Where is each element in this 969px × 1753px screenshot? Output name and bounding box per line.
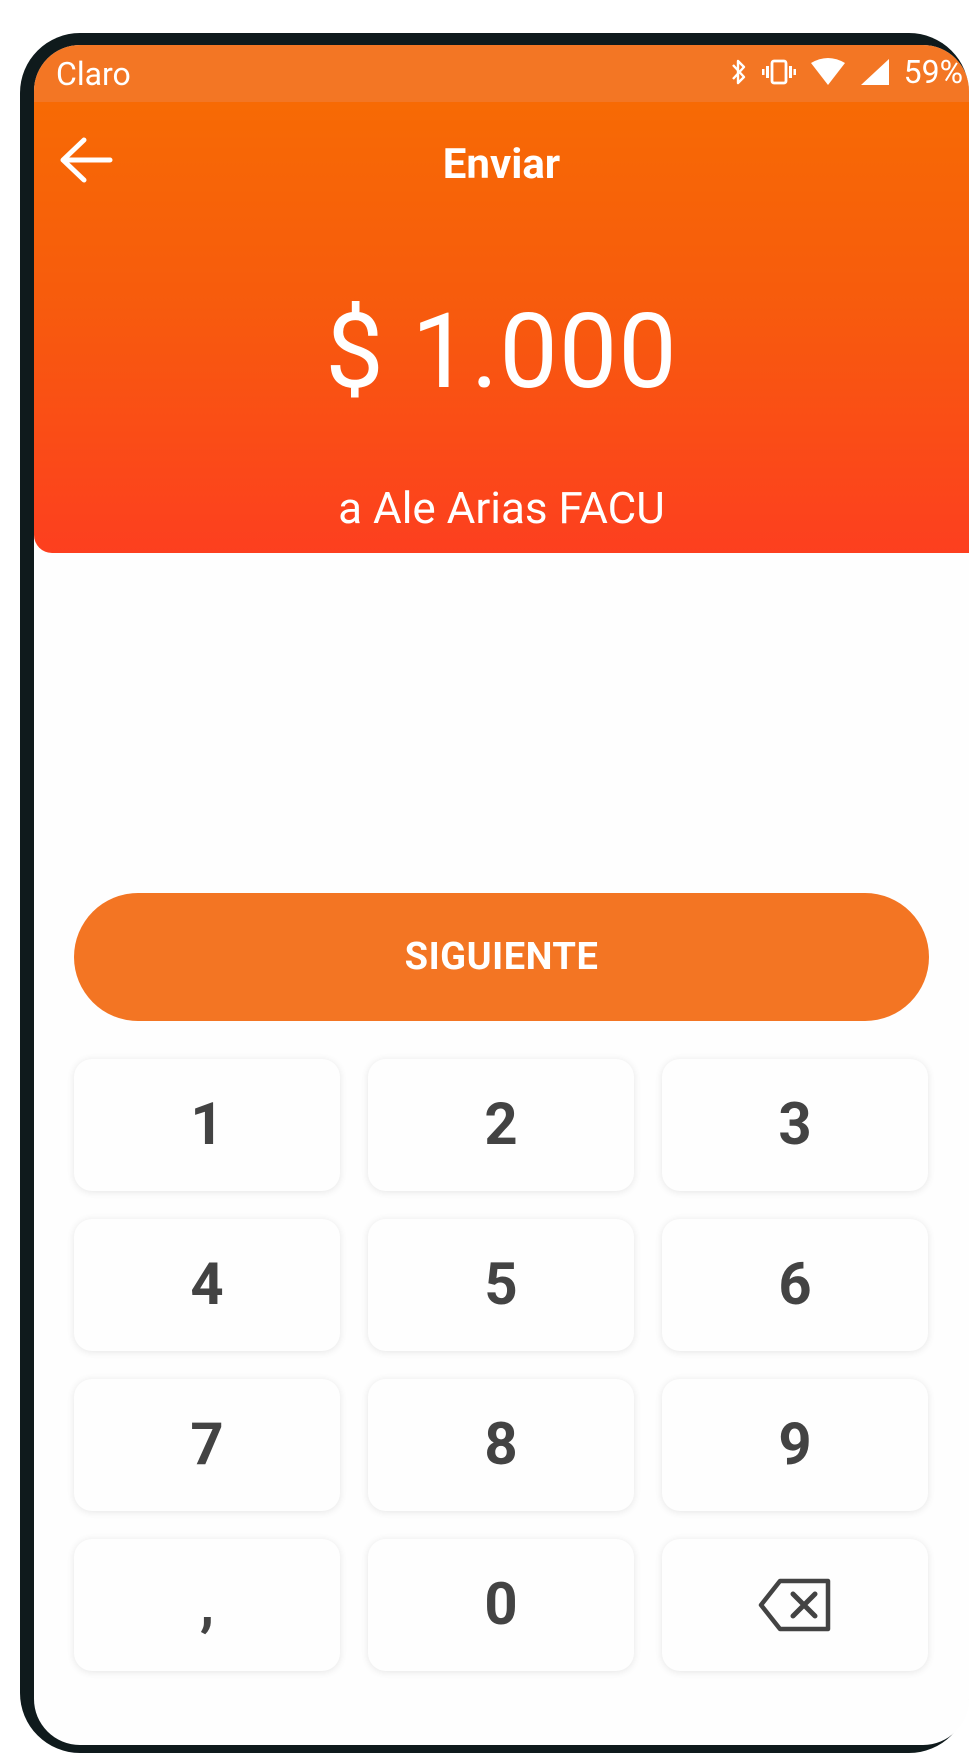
page-title: Enviar [442, 140, 561, 189]
device-frame: Claro 59% Enviar $ 1.000 a Ale Arias FAC… [20, 33, 969, 1753]
bluetooth-icon [730, 57, 748, 87]
key-backspace[interactable] [662, 1539, 928, 1671]
screen: Claro 59% Enviar $ 1.000 a Ale Arias FAC… [34, 45, 969, 1745]
key-5[interactable]: 5 [368, 1219, 634, 1351]
key-2[interactable]: 2 [368, 1059, 634, 1191]
next-button[interactable]: SIGUIENTE [74, 893, 929, 1021]
battery-level: 59% [903, 53, 963, 91]
amount-header: Enviar $ 1.000 a Ale Arias FACU [34, 102, 969, 553]
key-7[interactable]: 7 [74, 1379, 340, 1511]
key-4[interactable]: 4 [74, 1219, 340, 1351]
signal-icon [860, 58, 890, 86]
key-6[interactable]: 6 [662, 1219, 928, 1351]
recipient-label: a Ale Arias FACU [338, 482, 665, 534]
backspace-icon [758, 1578, 832, 1632]
vibrate-icon [761, 58, 796, 86]
status-icons: 59% [730, 53, 969, 91]
key-comma[interactable]: , [74, 1539, 340, 1671]
status-bar: Claro 59% [34, 45, 969, 102]
key-8[interactable]: 8 [368, 1379, 634, 1511]
key-1[interactable]: 1 [74, 1059, 340, 1191]
wifi-icon [810, 58, 846, 86]
amount-display: $ 1.000 [325, 292, 678, 413]
carrier-label: Claro [56, 55, 131, 93]
key-3[interactable]: 3 [662, 1059, 928, 1191]
key-9[interactable]: 9 [662, 1379, 928, 1511]
key-0[interactable]: 0 [368, 1539, 634, 1671]
